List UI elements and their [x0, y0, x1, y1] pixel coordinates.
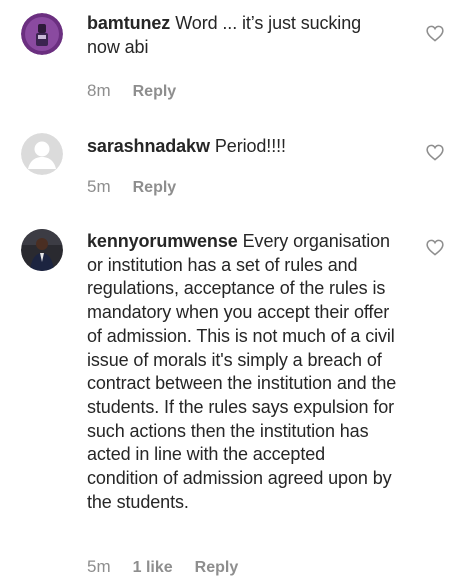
comment-time: 5m	[87, 177, 111, 196]
heart-outline-icon[interactable]	[426, 239, 444, 256]
likes-count[interactable]: 1 like	[133, 559, 173, 576]
comment-body: bamtunez Word ... it’s just sucking now a…	[87, 12, 397, 59]
reply-button[interactable]: Reply	[195, 559, 239, 576]
comment-username[interactable]: bamtunez	[87, 13, 170, 33]
avatar-kennyorumwense[interactable]	[21, 229, 63, 271]
comment-meta: 5m Reply	[87, 177, 176, 197]
comment-text: Period!!!!	[214, 136, 286, 156]
comment-meta: 5m 1 like Reply	[87, 557, 238, 577]
comment-username[interactable]: kennyorumwense	[87, 231, 238, 251]
comment-meta: 8m Reply	[87, 81, 176, 101]
comment-text: Every organisation or institution has a …	[87, 231, 397, 512]
reply-button[interactable]: Reply	[133, 83, 177, 100]
comment-username[interactable]: sarashnadakw	[87, 136, 210, 156]
heart-outline-icon[interactable]	[426, 144, 444, 161]
comment-body: sarashnadakw Period!!!!	[87, 135, 397, 159]
comment-time: 8m	[87, 81, 111, 100]
avatar-sarashnadakw[interactable]	[21, 133, 63, 175]
heart-outline-icon[interactable]	[426, 25, 444, 42]
avatar-bamtunez[interactable]	[21, 13, 63, 55]
comment-time: 5m	[87, 557, 111, 576]
reply-button[interactable]: Reply	[133, 179, 177, 196]
comment-body: kennyorumwense Every organisation or inst…	[87, 230, 397, 514]
